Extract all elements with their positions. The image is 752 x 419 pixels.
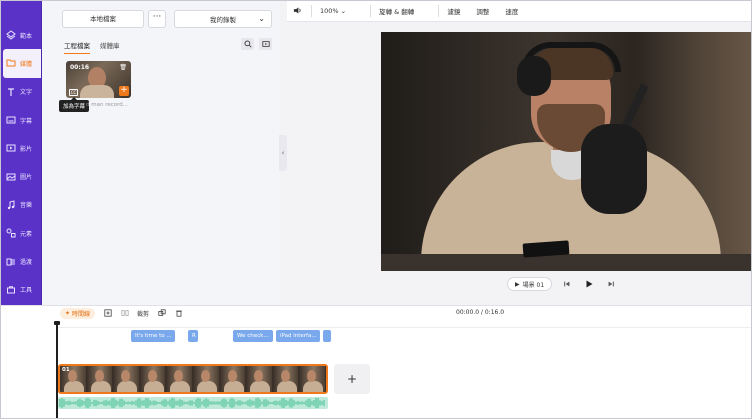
sidebar-item-9[interactable]: 工具 bbox=[0, 276, 41, 304]
timeline-label: 時間線 bbox=[72, 310, 91, 318]
playback-controls: ▶ 場景 01 bbox=[507, 277, 618, 291]
tab-media-library[interactable]: 媒體庫 bbox=[100, 40, 120, 54]
split-icon[interactable] bbox=[120, 309, 129, 318]
caption-clip[interactable]: iPad interfa... bbox=[276, 330, 320, 342]
sidebar-item-label: 字幕 bbox=[20, 117, 33, 125]
sidebar-item-label: 音樂 bbox=[20, 202, 33, 210]
add-scene-button[interactable]: + bbox=[334, 364, 370, 394]
caption-clip[interactable]: R bbox=[188, 330, 198, 342]
audio-track[interactable] bbox=[58, 397, 328, 409]
sidebar-item-label: 圖片 bbox=[20, 174, 33, 182]
add-clip-button[interactable]: + bbox=[119, 86, 129, 96]
caption-clip[interactable]: It's time to ... bbox=[131, 330, 175, 342]
track-number: 01 bbox=[62, 367, 70, 373]
collapse-panel-handle[interactable]: ‹ bbox=[279, 135, 287, 171]
sidebar-item-label: 工具 bbox=[20, 287, 33, 295]
volume-icon[interactable] bbox=[293, 6, 303, 16]
preview-toolbar: 100% ⌄ 旋轉 & 翻轉 濾鏡 調整 速度 bbox=[287, 0, 752, 22]
sidebar-item-2[interactable]: 文字 bbox=[0, 78, 41, 106]
text-icon bbox=[6, 87, 16, 97]
timeline-icon: ✦ bbox=[65, 309, 71, 317]
left-sidebar: 範本媒體文字字幕影片圖片音樂元素過渡工具 bbox=[0, 0, 42, 305]
playhead[interactable] bbox=[54, 321, 60, 419]
sidebar-item-3[interactable]: 字幕 bbox=[0, 106, 41, 134]
video-preview[interactable] bbox=[381, 32, 752, 271]
speed-button[interactable]: 速度 bbox=[505, 6, 518, 16]
video-track-clip[interactable] bbox=[58, 364, 328, 394]
caption-icon[interactable]: CC bbox=[69, 89, 78, 96]
tab-project-files[interactable]: 工程檔案 bbox=[64, 40, 90, 54]
media-view-icon[interactable] bbox=[259, 38, 272, 50]
caption-clip[interactable]: We check... bbox=[233, 330, 273, 342]
caption-clip[interactable] bbox=[323, 330, 331, 342]
add-icon[interactable] bbox=[103, 309, 112, 318]
elements-icon bbox=[6, 228, 16, 238]
zoom-value: 100% bbox=[320, 6, 339, 15]
sidebar-item-0[interactable]: 範本 bbox=[0, 21, 41, 49]
media-top-bar: 本地檔案 ··· 我的錄製 ⌄ bbox=[62, 10, 272, 28]
trash-icon[interactable]: 🗑 bbox=[119, 64, 127, 71]
local-files-button[interactable]: 本地檔案 bbox=[62, 10, 144, 28]
adjust-button[interactable]: 調整 bbox=[476, 6, 489, 16]
crop-button[interactable]: 裁剪 bbox=[137, 309, 149, 318]
chevron-down-icon: ⌄ bbox=[258, 14, 265, 23]
sidebar-item-8[interactable]: 過渡 bbox=[0, 247, 41, 275]
media-tabs: 工程檔案 媒體庫 bbox=[64, 40, 120, 54]
sidebar-item-6[interactable]: 音樂 bbox=[0, 191, 41, 219]
image-icon bbox=[6, 172, 16, 182]
video-icon bbox=[6, 143, 16, 153]
zoom-dropdown[interactable]: 100% ⌄ bbox=[320, 7, 346, 15]
sidebar-item-4[interactable]: 影片 bbox=[0, 134, 41, 162]
rotate-flip-button[interactable]: 旋轉 & 翻轉 bbox=[379, 6, 414, 16]
more-options-button[interactable]: ··· bbox=[148, 10, 166, 28]
clip-name: d man record... bbox=[86, 102, 129, 108]
transition-icon bbox=[6, 257, 16, 267]
media-tools bbox=[241, 38, 272, 50]
template-icon bbox=[6, 30, 16, 40]
my-recordings-dropdown[interactable]: 我的錄製 ⌄ bbox=[174, 10, 272, 28]
media-panel: 本地檔案 ··· 我的錄製 ⌄ 工程檔案 媒體庫 00:16 🗑 CC + 加為… bbox=[42, 0, 280, 305]
folder-icon bbox=[6, 58, 16, 68]
sidebar-item-label: 文字 bbox=[20, 89, 33, 97]
my-recordings-label: 我的錄製 bbox=[210, 16, 236, 24]
audio-waveform bbox=[59, 397, 325, 409]
sidebar-item-label: 元素 bbox=[20, 230, 33, 238]
sidebar-item-label: 過渡 bbox=[20, 259, 33, 267]
sidebar-item-7[interactable]: 元素 bbox=[0, 219, 41, 247]
subtitle-icon bbox=[6, 115, 16, 125]
play-icon[interactable] bbox=[582, 277, 596, 291]
music-icon bbox=[6, 200, 16, 210]
timeline-ruler[interactable] bbox=[57, 322, 752, 328]
play-small-icon: ▶ bbox=[515, 280, 520, 288]
timeline-button[interactable]: ✦ 時間線 bbox=[60, 307, 96, 319]
scene-selector[interactable]: ▶ 場景 01 bbox=[507, 277, 553, 291]
tools-icon bbox=[6, 285, 16, 295]
next-icon[interactable] bbox=[604, 277, 618, 291]
timeline-toolbar: ✦ 時間線 裁剪 bbox=[60, 306, 183, 320]
delete-icon[interactable] bbox=[174, 309, 183, 318]
sidebar-item-label: 媒體 bbox=[20, 60, 33, 68]
media-clip-thumbnail[interactable]: 00:16 🗑 CC + bbox=[66, 61, 131, 98]
previous-icon[interactable] bbox=[560, 277, 574, 291]
filter-button[interactable]: 濾鏡 bbox=[447, 6, 460, 16]
sidebar-item-5[interactable]: 圖片 bbox=[0, 162, 41, 190]
duplicate-icon[interactable] bbox=[157, 309, 166, 318]
timeline-panel: ✦ 時間線 裁剪 00:00.0 / 0:16.0 It's time to .… bbox=[0, 305, 752, 419]
sidebar-item-1[interactable]: 媒體 bbox=[3, 49, 41, 78]
sidebar-item-label: 影片 bbox=[20, 145, 33, 153]
timeline-time: 00:00.0 / 0:16.0 bbox=[456, 309, 505, 316]
tooltip: 加為字幕 bbox=[59, 97, 90, 112]
sidebar-item-label: 範本 bbox=[20, 32, 33, 40]
search-icon[interactable] bbox=[241, 38, 254, 50]
scene-label: 場景 01 bbox=[522, 281, 545, 289]
clip-duration: 00:16 bbox=[70, 64, 90, 71]
